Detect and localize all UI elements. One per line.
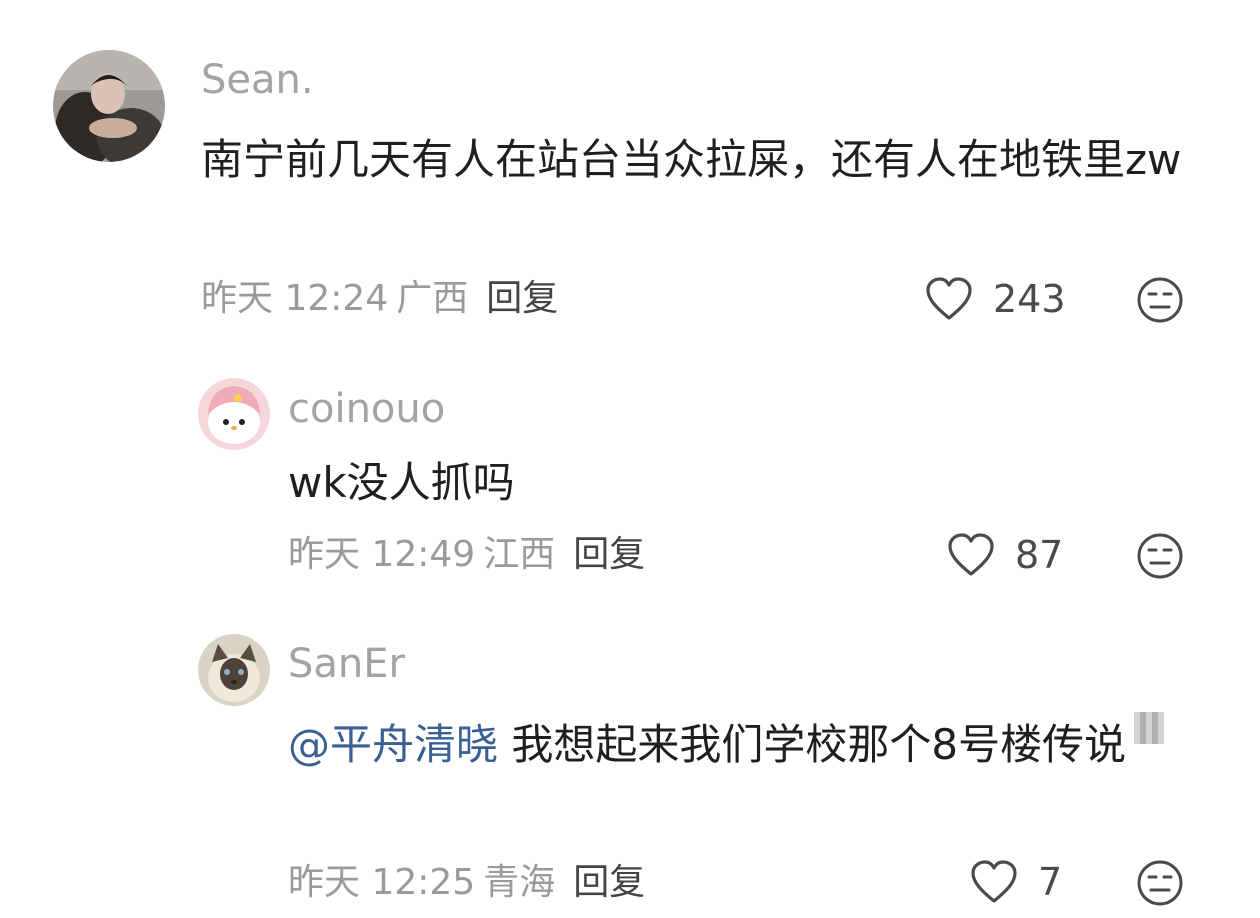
- comment-text: @平舟清晓 我想起来我们学校那个8号楼传说: [288, 716, 1173, 774]
- reply-button[interactable]: 回复: [573, 534, 645, 575]
- location: 江西: [483, 534, 556, 575]
- avatar[interactable]: [198, 378, 270, 450]
- avatar[interactable]: [198, 634, 270, 706]
- timestamp: 昨天 12:25: [288, 862, 476, 903]
- like-button[interactable]: 243: [925, 277, 1066, 321]
- cartoon-bunny-avatar-icon: [198, 378, 270, 450]
- mention-link[interactable]: @平舟清晓: [288, 720, 498, 769]
- comment-body: 我想起来我们学校那个8号楼传说: [511, 720, 1127, 769]
- timestamp: 昨天 12:49: [288, 534, 476, 575]
- like-button[interactable]: 87: [947, 533, 1063, 577]
- like-button[interactable]: 7: [970, 860, 1062, 904]
- pixelated-glyph: [1134, 712, 1164, 744]
- like-count: 243: [993, 277, 1066, 321]
- comment-meta: 昨天 12:49 江西 回复: [288, 533, 645, 577]
- comment-text: wk没人抓吗: [288, 458, 515, 507]
- comment-text: 南宁前几天有人在站台当众拉屎，还有人在地铁里zw: [201, 135, 1182, 184]
- heart-icon: [971, 860, 1017, 903]
- emoji-reaction-icon[interactable]: [1136, 276, 1184, 324]
- like-count: 87: [1015, 533, 1064, 577]
- person-photo-avatar-icon: [53, 50, 165, 162]
- comment-meta: 昨天 12:24 广西 回复: [201, 277, 558, 321]
- username[interactable]: Sean.: [201, 56, 314, 104]
- username[interactable]: coinouo: [288, 385, 445, 433]
- reply-button[interactable]: 回复: [486, 278, 558, 319]
- avatar[interactable]: [53, 50, 165, 162]
- emoji-reaction-icon[interactable]: [1136, 859, 1184, 907]
- like-count: 7: [1038, 860, 1063, 904]
- location: 青海: [483, 862, 556, 903]
- heart-icon: [926, 277, 972, 320]
- comment-meta: 昨天 12:25 青海 回复: [288, 861, 645, 905]
- reply-button[interactable]: 回复: [573, 862, 645, 903]
- username[interactable]: SanEr: [288, 640, 405, 688]
- timestamp: 昨天 12:24: [201, 278, 389, 319]
- location: 广西: [396, 278, 469, 319]
- emoji-reaction-icon[interactable]: [1136, 532, 1184, 580]
- cat-photo-avatar-icon: [198, 634, 270, 706]
- heart-icon: [948, 533, 994, 576]
